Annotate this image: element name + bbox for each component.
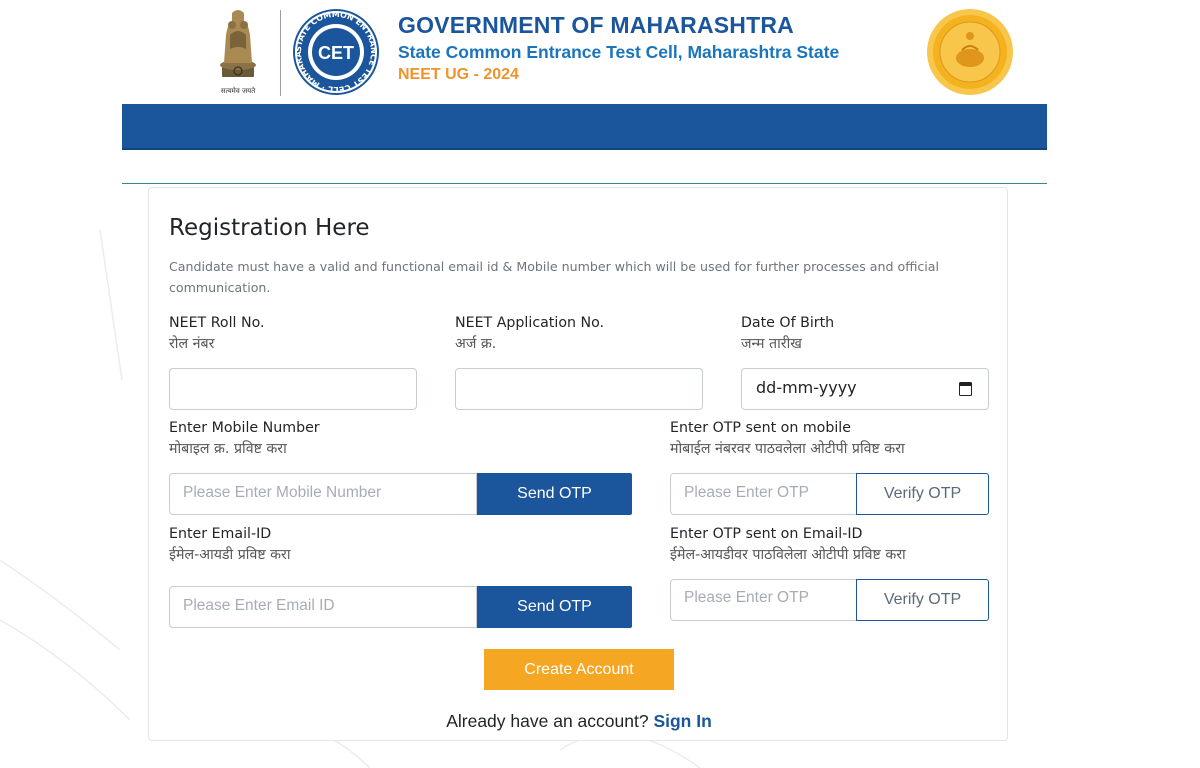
header-text: GOVERNMENT OF MAHARASHTRA State Common E… bbox=[398, 12, 839, 84]
mobile-label-mr: मोबाइल क्र. प्रविष्ट करा bbox=[169, 441, 287, 457]
cet-logo-text: CET bbox=[318, 43, 354, 63]
application-number-label-mr: अर्ज क्र. bbox=[455, 336, 497, 352]
verify-email-otp-button[interactable]: Verify OTP bbox=[856, 579, 989, 621]
header-divider bbox=[280, 10, 281, 96]
mobile-input[interactable]: Please Enter Mobile Number bbox=[169, 473, 477, 515]
email-otp-label-en: Enter OTP sent on Email-ID bbox=[670, 526, 863, 542]
emblem-motto: सत्यमेव जयते bbox=[220, 87, 256, 95]
email-otp-placeholder: Please Enter OTP bbox=[684, 589, 809, 606]
registration-note: Candidate must have a valid and function… bbox=[169, 259, 940, 295]
registration-title: Registration Here bbox=[169, 215, 370, 241]
header-separator-line bbox=[122, 183, 1047, 184]
navigation-band bbox=[122, 104, 1047, 150]
dob-label-en: Date Of Birth bbox=[741, 315, 835, 331]
application-number-label-en: NEET Application No. bbox=[455, 315, 605, 331]
mobile-label: Enter Mobile Number मोबाइल क्र. प्रविष्ट… bbox=[169, 418, 320, 460]
dob-input[interactable]: dd-mm-yyyy bbox=[741, 368, 989, 410]
create-account-button[interactable]: Create Account bbox=[484, 649, 674, 690]
dob-label-mr: जन्म तारीख bbox=[741, 336, 802, 352]
mobile-label-en: Enter Mobile Number bbox=[169, 420, 320, 436]
government-title: GOVERNMENT OF MAHARASHTRA bbox=[398, 12, 794, 38]
mobile-otp-label: Enter OTP sent on mobile मोबाईल नंबरवर प… bbox=[670, 418, 905, 460]
email-label-mr: ईमेल-आयडी प्रविष्ट करा bbox=[169, 547, 291, 563]
email-label: Enter Email-ID ईमेल-आयडी प्रविष्ट करा bbox=[169, 524, 291, 566]
email-input[interactable]: Please Enter Email ID bbox=[169, 586, 477, 628]
mobile-otp-placeholder: Please Enter OTP bbox=[684, 484, 809, 501]
application-number-input[interactable] bbox=[455, 368, 703, 410]
roll-number-label: NEET Roll No. रोल नंबर bbox=[169, 313, 265, 355]
calendar-icon[interactable] bbox=[959, 382, 972, 396]
mobile-otp-input[interactable]: Please Enter OTP bbox=[670, 473, 857, 515]
roll-number-label-en: NEET Roll No. bbox=[169, 315, 265, 331]
ashoka-emblem-icon: सत्यमेव जयते bbox=[208, 5, 268, 97]
sign-in-link[interactable]: Sign In bbox=[653, 711, 711, 731]
email-placeholder: Please Enter Email ID bbox=[183, 597, 335, 614]
dob-placeholder: dd-mm-yyyy bbox=[756, 378, 857, 397]
email-otp-input[interactable]: Please Enter OTP bbox=[670, 579, 857, 621]
email-otp-label: Enter OTP sent on Email-ID ईमेल-आयडीवर प… bbox=[670, 524, 906, 566]
registration-card: Registration Here Candidate must have a … bbox=[148, 187, 1008, 741]
signin-row: Already have an account? Sign In bbox=[149, 711, 1009, 732]
roll-number-input[interactable] bbox=[169, 368, 417, 410]
email-label-en: Enter Email-ID bbox=[169, 526, 272, 542]
send-email-otp-button[interactable]: Send OTP bbox=[477, 586, 632, 628]
send-mobile-otp-button[interactable]: Send OTP bbox=[477, 473, 632, 515]
exam-title: NEET UG - 2024 bbox=[398, 66, 519, 83]
cet-logo-icon: STATE COMMON ENTRANCE TEST CELL · MAHARA… bbox=[287, 1, 382, 96]
maharashtra-seal-icon bbox=[926, 8, 1014, 96]
cell-title: State Common Entrance Test Cell, Maharas… bbox=[398, 42, 840, 62]
roll-number-label-mr: रोल नंबर bbox=[169, 336, 215, 352]
application-number-label: NEET Application No. अर्ज क्र. bbox=[455, 313, 604, 355]
mobile-placeholder: Please Enter Mobile Number bbox=[183, 484, 382, 501]
mobile-otp-label-en: Enter OTP sent on mobile bbox=[670, 420, 851, 436]
email-otp-label-mr: ईमेल-आयडीवर पाठविलेला ओटीपी प्रविष्ट करा bbox=[670, 547, 906, 563]
mobile-otp-label-mr: मोबाईल नंबरवर पाठवलेला ओटीपी प्रविष्ट कर… bbox=[670, 441, 905, 457]
verify-mobile-otp-button[interactable]: Verify OTP bbox=[856, 473, 989, 515]
dob-label: Date Of Birth जन्म तारीख bbox=[741, 313, 834, 355]
signin-prompt: Already have an account? bbox=[446, 711, 649, 731]
